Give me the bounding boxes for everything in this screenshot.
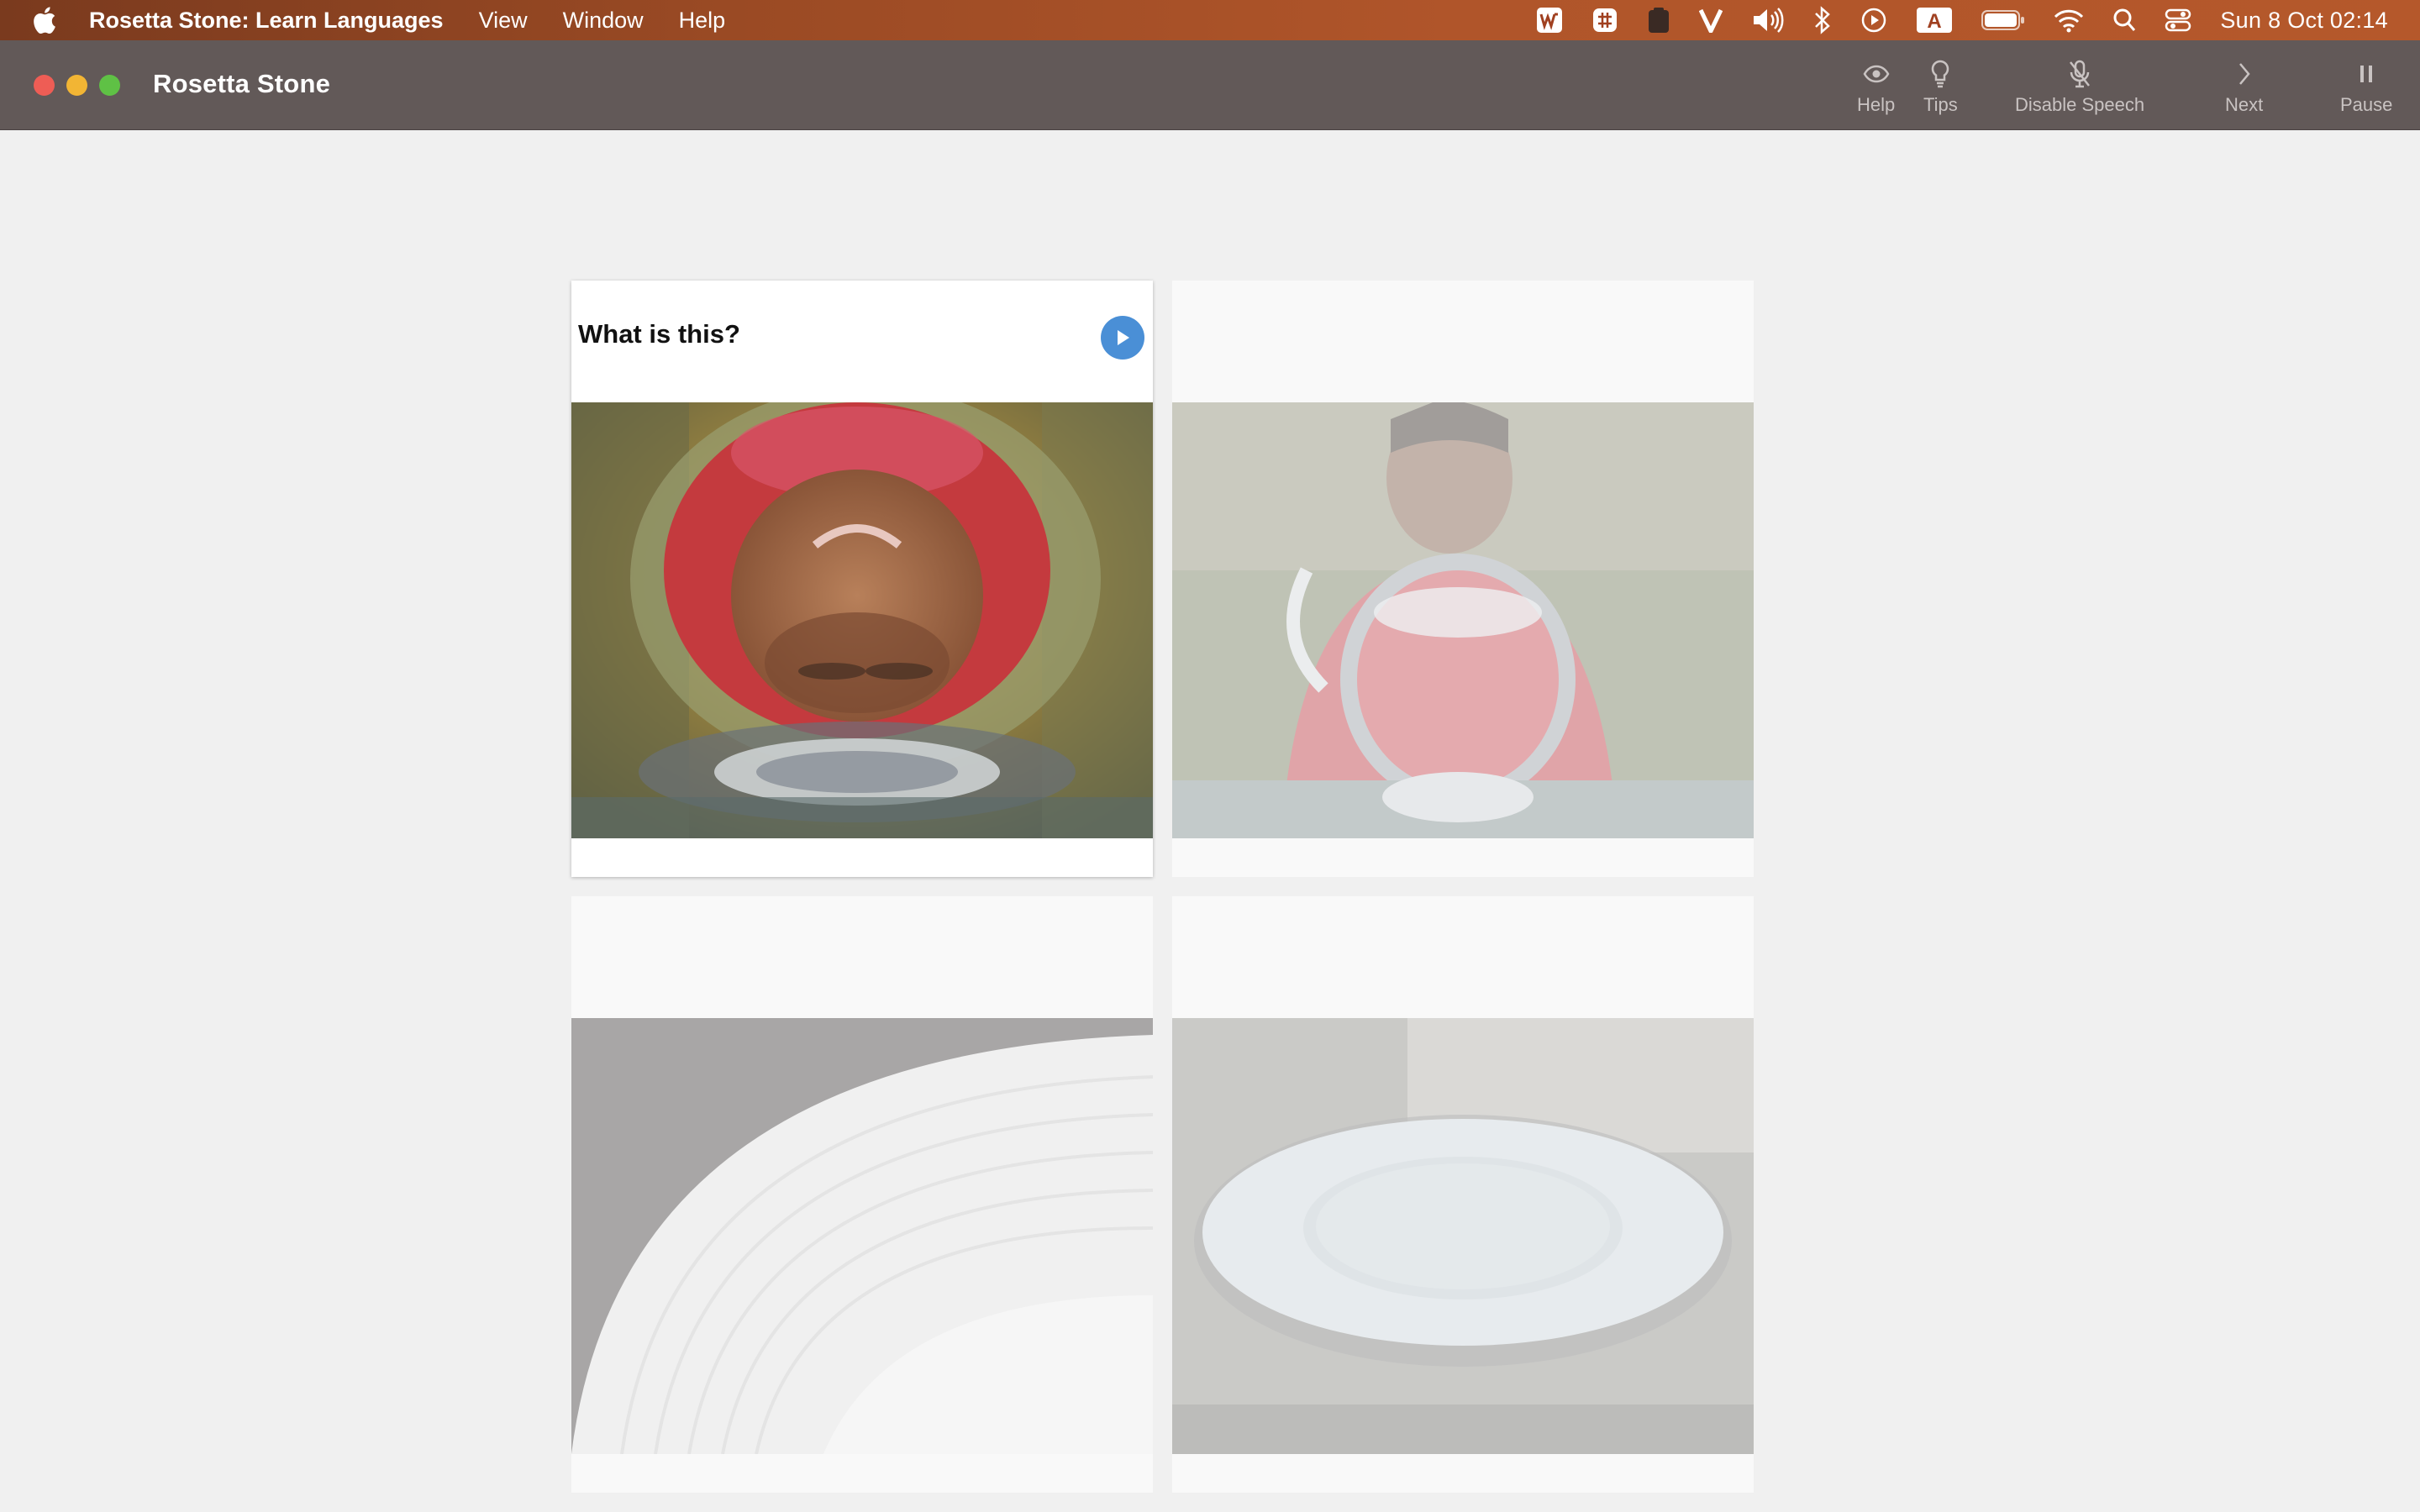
card-plate[interactable] [1172, 896, 1754, 1493]
play-audio-button[interactable] [1101, 316, 1144, 360]
menu-bar: Rosetta Stone: Learn Languages View Wind… [0, 0, 2420, 40]
pause-icon [2359, 59, 2374, 89]
minimize-window-button[interactable] [66, 75, 87, 96]
v-icon[interactable] [1699, 0, 1723, 40]
globe-grid-icon[interactable] [1591, 0, 1618, 40]
zoom-window-button[interactable] [99, 75, 120, 96]
svg-text:A: A [1928, 10, 1942, 33]
tips-label: Tips [1923, 94, 1958, 115]
eye-icon [1863, 59, 1890, 89]
disable-speech-label: Disable Speech [2015, 94, 2145, 115]
card-header [571, 896, 1153, 1018]
lesson-area: What is this? [0, 131, 2420, 1512]
pause-button[interactable]: Pause [2340, 59, 2392, 116]
bluetooth-icon[interactable] [1813, 0, 1832, 40]
photo-glass-closeup [571, 402, 1153, 838]
pause-label: Pause [2340, 94, 2393, 115]
battery-icon[interactable] [1981, 0, 2025, 40]
card-header: What is this? [571, 281, 1153, 402]
disable-speech-button[interactable]: Disable Speech [2015, 59, 2144, 116]
card-plate-closeup[interactable] [571, 896, 1153, 1493]
photo-plate-closeup [571, 1018, 1153, 1454]
menu-help[interactable]: Help [679, 8, 726, 34]
prompt-text: What is this? [578, 319, 740, 349]
menu-view[interactable]: View [479, 8, 528, 34]
microphone-off-icon [2068, 59, 2091, 89]
chevron-right-icon [2237, 59, 2252, 89]
keyboard-a-icon[interactable]: A [1916, 0, 1953, 40]
search-icon[interactable] [2112, 0, 2136, 40]
photo-boy-jug [1172, 402, 1754, 838]
menu-app-name[interactable]: Rosetta Stone: Learn Languages [89, 8, 444, 34]
next-button[interactable]: Next [2225, 59, 2263, 116]
menu-window[interactable]: Window [563, 8, 644, 34]
volume-icon[interactable] [1751, 0, 1785, 40]
play-circle-icon[interactable] [1860, 0, 1887, 40]
wps-icon[interactable] [1536, 0, 1563, 40]
card-header [1172, 281, 1754, 402]
clipboard-icon[interactable] [1647, 0, 1670, 40]
next-label: Next [2225, 94, 2264, 115]
lightbulb-icon [1930, 59, 1950, 89]
play-icon [1118, 330, 1129, 345]
clock[interactable]: Sun 8 Oct 02:14 [2220, 8, 2388, 34]
card-boy-jug[interactable] [1172, 281, 1754, 877]
wifi-icon[interactable] [2054, 0, 2084, 40]
help-button[interactable]: Help [1857, 59, 1895, 116]
apple-menu-icon[interactable] [32, 6, 57, 34]
control-center-icon[interactable] [2165, 0, 2191, 40]
help-label: Help [1857, 94, 1896, 115]
tips-button[interactable]: Tips [1923, 59, 1958, 116]
status-area: A Sun 8 Oct 02:14 [1507, 0, 2388, 40]
window-title: Rosetta Stone [153, 69, 331, 98]
close-window-button[interactable] [34, 75, 55, 96]
photo-plate [1172, 1018, 1754, 1454]
card-glass-closeup[interactable]: What is this? [571, 281, 1153, 877]
card-header [1172, 896, 1754, 1018]
